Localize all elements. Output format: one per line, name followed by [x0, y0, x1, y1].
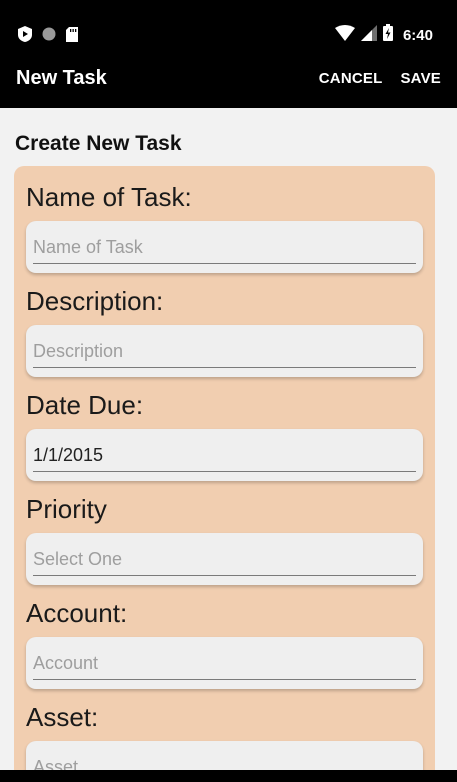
- cancel-button[interactable]: CANCEL: [319, 70, 383, 87]
- navigation-bar-edge: [0, 770, 457, 782]
- battery-charging-icon: [382, 24, 393, 46]
- field-underline: [33, 679, 416, 680]
- asset-label: Asset:: [26, 702, 99, 732]
- status-bar: 6:40: [0, 0, 457, 56]
- date-due-label: Date Due:: [26, 390, 144, 420]
- field-underline: [33, 263, 416, 264]
- section-title: Create New Task: [15, 132, 182, 155]
- app-bar-actions: CANCEL SAVE: [319, 70, 441, 87]
- sd-card-icon: [66, 26, 78, 47]
- task-name-placeholder: Name of Task: [33, 237, 143, 257]
- account-field[interactable]: Account: [26, 637, 423, 689]
- date-due-value: 1/1/2015: [33, 445, 104, 465]
- save-button[interactable]: SAVE: [400, 70, 441, 87]
- priority-select[interactable]: Select One: [26, 533, 423, 585]
- field-underline: [33, 471, 416, 472]
- task-form-card: Name of Task: Name of Task Description: …: [14, 166, 435, 782]
- priority-label: Priority: [26, 494, 107, 524]
- app-bar: New Task CANCEL SAVE: [0, 56, 457, 108]
- date-due-field[interactable]: 1/1/2015: [26, 429, 423, 481]
- play-shield-icon: [18, 26, 32, 47]
- status-clock: 6:40: [402, 26, 433, 44]
- circle-icon: [42, 27, 56, 46]
- task-name-label: Name of Task:: [26, 182, 192, 212]
- account-label: Account:: [26, 598, 128, 628]
- description-label: Description:: [26, 286, 164, 316]
- description-field[interactable]: Description: [26, 325, 423, 377]
- field-underline: [33, 575, 416, 576]
- description-placeholder: Description: [33, 341, 124, 361]
- field-underline: [33, 367, 416, 368]
- signal-icon: [360, 24, 377, 46]
- page-title: New Task: [16, 67, 107, 89]
- priority-placeholder: Select One: [33, 549, 123, 569]
- task-name-field[interactable]: Name of Task: [26, 221, 423, 273]
- account-placeholder: Account: [33, 653, 99, 673]
- wifi-icon: [334, 24, 355, 46]
- status-left-icons: [18, 26, 78, 47]
- status-right-icons: 6:40: [334, 24, 433, 46]
- form-content: Create New Task Name of Task: Name of Ta…: [0, 108, 457, 782]
- app-screen: 6:40 New Task CANCEL SAVE Create New Tas…: [0, 0, 457, 782]
